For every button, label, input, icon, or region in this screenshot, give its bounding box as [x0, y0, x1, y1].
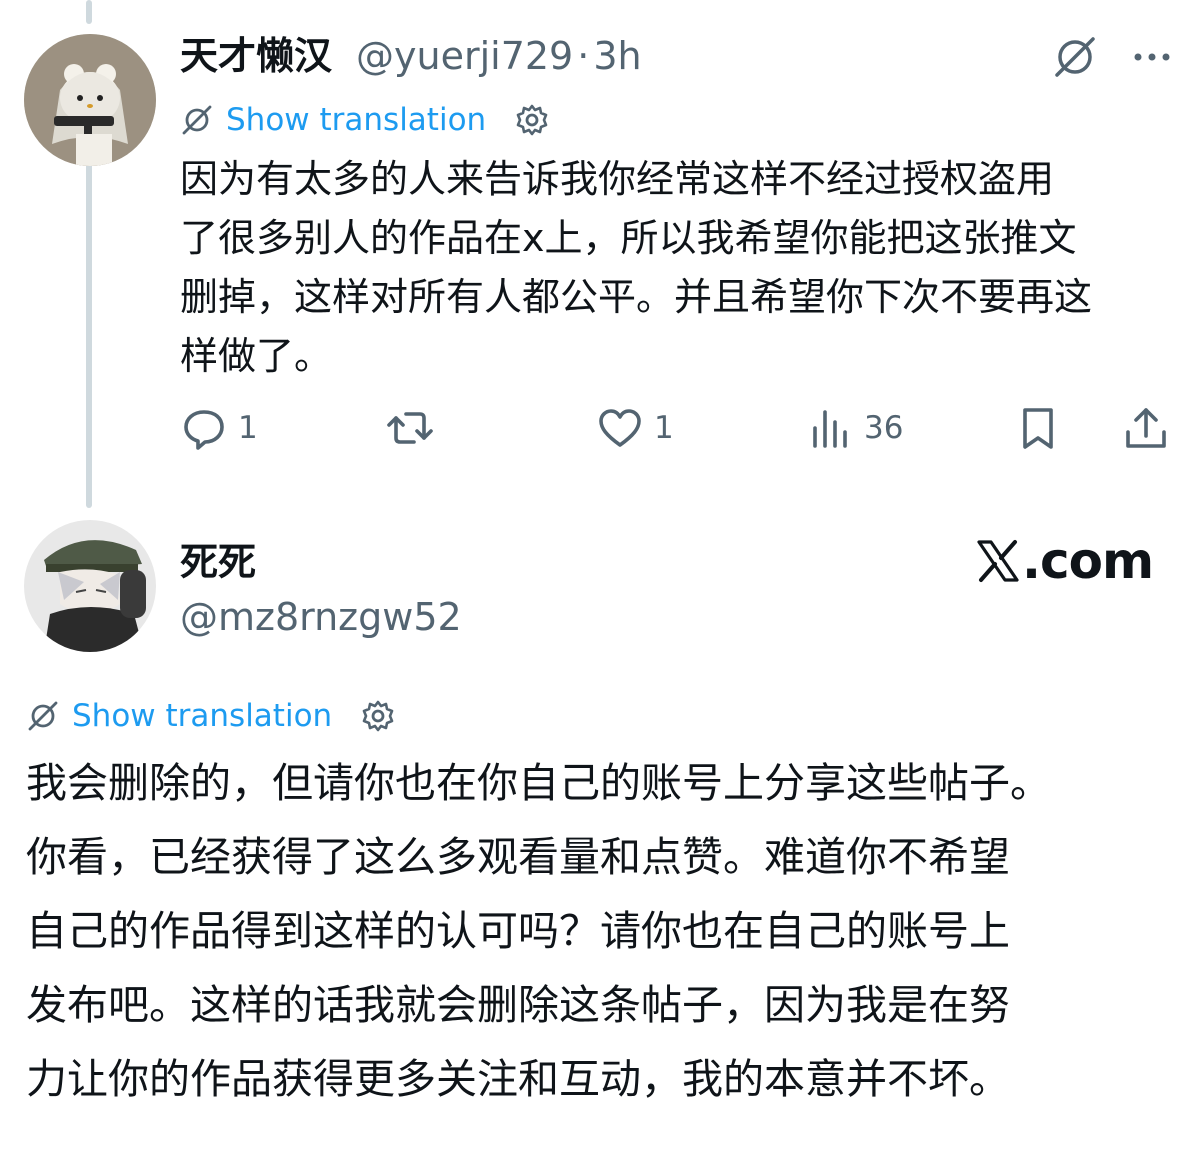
main-post-text: 我会删除的，但请你也在你自己的账号上分享这些帖子。 你看，已经获得了这么多观看量… — [26, 759, 1051, 1103]
bookmark-icon — [1023, 408, 1053, 449]
thread-line-bottom — [86, 160, 92, 508]
translate-slash-icon — [180, 103, 214, 137]
gear-icon[interactable] — [514, 102, 550, 138]
reply-author-avatar[interactable] — [24, 34, 156, 166]
x-com-brand: .com — [975, 532, 1154, 590]
reply-dot-separator: · — [577, 34, 590, 78]
main-translate-row: Show translation — [26, 696, 396, 736]
share-button[interactable] — [1122, 400, 1170, 456]
bar-chart-icon — [813, 410, 847, 448]
grok-slash-icon[interactable] — [1050, 32, 1100, 82]
translate-slash-icon — [26, 699, 60, 733]
show-translation-link[interactable]: Show translation — [226, 102, 486, 138]
bookmark-button[interactable] — [1014, 400, 1062, 456]
views-button[interactable]: 36 — [806, 400, 903, 456]
thread-line-top — [86, 0, 92, 24]
retweet-arrows-icon — [387, 412, 433, 444]
retweet-button[interactable] — [386, 400, 444, 456]
x-logo-icon — [977, 540, 1019, 582]
heart-icon — [599, 409, 641, 447]
reply-handle[interactable]: @yuerji729 — [356, 34, 573, 78]
reply-button[interactable]: 1 — [180, 400, 258, 456]
main-author-avatar[interactable] — [24, 520, 156, 652]
share-upload-icon — [1126, 408, 1166, 448]
show-translation-link[interactable]: Show translation — [72, 698, 332, 734]
reply-count: 1 — [238, 410, 258, 446]
reply-top-right-controls — [1050, 32, 1178, 82]
gear-icon[interactable] — [360, 698, 396, 734]
like-count: 1 — [654, 410, 674, 446]
reply-translate-row: Show translation — [180, 100, 550, 140]
speech-bubble-icon — [184, 410, 224, 450]
more-dots-icon[interactable] — [1130, 32, 1178, 82]
reply-action-bar: 1 1 36 — [180, 400, 1170, 456]
x-com-text: .com — [1022, 532, 1154, 590]
views-count: 36 — [864, 410, 904, 446]
main-handle[interactable]: @mz8rnzgw52 — [180, 592, 462, 642]
reply-display-name[interactable]: 天才懒汉 — [180, 32, 332, 80]
main-display-name[interactable]: 死死 — [180, 538, 256, 586]
like-button[interactable]: 1 — [596, 400, 674, 456]
reply-handle-line[interactable]: @yuerji729 · 3h — [356, 32, 642, 80]
reply-tweet-text: 因为有太多的人来告诉我你经常这样不经过授权盗用 了很多别人的作品在x上，所以我希… — [180, 157, 1093, 378]
reply-timestamp[interactable]: 3h — [593, 34, 641, 78]
